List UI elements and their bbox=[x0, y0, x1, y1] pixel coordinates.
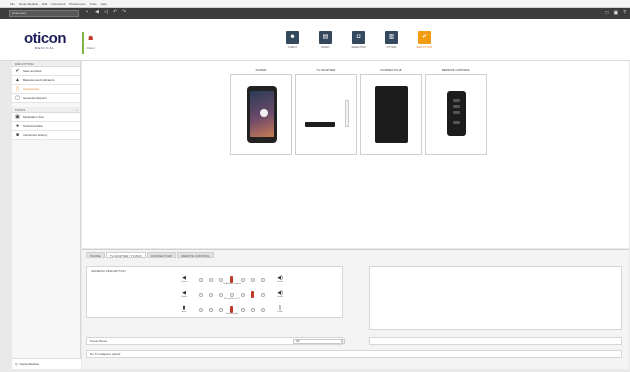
restore-icon[interactable]: ▣ bbox=[613, 10, 618, 16]
end-fitting-icon: ✔ bbox=[418, 31, 431, 44]
accessories-area: PHONE TV ADAPTER CONNECTCLIP REMOTE CONT… bbox=[82, 61, 629, 248]
battery-icon: ▲ bbox=[15, 76, 20, 83]
oticon-logo: oticon MEDICAL bbox=[24, 30, 67, 50]
remote-control-image bbox=[447, 91, 466, 136]
step-family[interactable]: ▤ FAMILY bbox=[314, 31, 337, 49]
history-icon: ■ bbox=[15, 131, 20, 138]
menu-bar: File Genie Medical Edit Instrument Prefe… bbox=[0, 0, 630, 8]
sidebar-item-accessories[interactable]: ▯ Accessories bbox=[12, 85, 80, 94]
tv-adapter-card[interactable] bbox=[295, 74, 357, 155]
toolbar: [Unknown] ▪ ◀ ◁ ↶ ↷ □ ▣ ? bbox=[0, 8, 630, 19]
mute-icon[interactable]: ◁ bbox=[104, 10, 108, 15]
report-icon: ▢ bbox=[15, 94, 20, 101]
sidebar-item-reports[interactable]: ▢ Generate Reports bbox=[12, 94, 80, 103]
connectclip-image bbox=[375, 86, 408, 143]
step-fitting[interactable]: ▥ FITTING bbox=[380, 31, 403, 49]
tab-connectclip[interactable]: CONNECTCLIP bbox=[146, 252, 177, 258]
quieter-icon: ◀ Quieter bbox=[180, 275, 188, 283]
phone-card[interactable] bbox=[230, 74, 292, 155]
tab-remote-control[interactable]: REMOTE CONTROL bbox=[177, 252, 214, 258]
sidebar-item-history[interactable]: ■ Instrument History bbox=[12, 131, 80, 140]
sidebar-item-save-exit[interactable]: ✔ Save and Exit bbox=[12, 67, 80, 76]
accessory-tabs: PHONE TV ADAPTER / TV-BOX CONNECTCLIP RE… bbox=[86, 252, 214, 258]
chevron-down-icon: ⌄ bbox=[75, 108, 78, 112]
louder-icon: ◀) Louder bbox=[276, 275, 284, 283]
sidebar-item-technical[interactable]: ● Technical Data bbox=[12, 122, 80, 131]
tab-phone[interactable]: PHONE bbox=[86, 252, 105, 258]
patient-icon: ☗ bbox=[88, 36, 94, 42]
accessory-settings: PHONE TV ADAPTER / TV-BOX CONNECTCLIP RE… bbox=[82, 249, 629, 369]
step-client[interactable]: ☻ CLIENT bbox=[281, 31, 304, 49]
client-icon: ☻ bbox=[286, 31, 299, 44]
menu-file[interactable]: File bbox=[10, 2, 15, 6]
sidebar-section-tools[interactable]: TOOLS ⌄ bbox=[12, 107, 80, 113]
sidebar-section-end-fitting[interactable]: END FITTING bbox=[12, 61, 80, 67]
sidebar-footer: ◎ Genie Medical bbox=[12, 358, 81, 369]
remote-control-card[interactable] bbox=[425, 74, 487, 155]
power-boost-row: Power Boost Off ▾ bbox=[86, 337, 345, 345]
tab-tv-adapter[interactable]: TV ADAPTER / TV-BOX bbox=[105, 252, 146, 258]
medication-icon: ▣ bbox=[15, 113, 20, 120]
slider-sound-quality[interactable]: ▮ Bass Sound quality ▯ Treble bbox=[179, 305, 285, 317]
menu-help[interactable]: Help bbox=[101, 2, 107, 6]
phone-image bbox=[247, 86, 277, 143]
accessory-remote-control[interactable]: REMOTE CONTROL bbox=[425, 67, 487, 155]
family-icon: ▤ bbox=[319, 31, 332, 44]
treble-icon: ▯ Treble bbox=[277, 305, 283, 313]
sidebar-item-batteries[interactable]: ▲ Batteries and Indicators bbox=[12, 76, 80, 85]
bass-icon: ▮ Bass bbox=[181, 305, 187, 313]
technical-icon: ● bbox=[15, 122, 20, 129]
menu-genie-medical[interactable]: Genie Medical bbox=[19, 2, 38, 6]
app-header: oticon MEDICAL ☗ Patient ☻ CLIENT ▤ FAMI… bbox=[0, 19, 630, 61]
patient-button[interactable]: ☗ Patient bbox=[82, 32, 102, 54]
chevron-down-icon: ▾ bbox=[340, 340, 342, 343]
general-perception-panel: GENERAL PERCEPTION ◀ Quieter TV Adapter l… bbox=[86, 266, 343, 318]
step-end-fitting[interactable]: ✔ END FITTING bbox=[413, 31, 436, 49]
save-icon[interactable]: ▪ bbox=[86, 10, 90, 15]
minimize-icon[interactable]: □ bbox=[605, 10, 608, 16]
slider-tv-loudness[interactable]: ◀ Quieter TV Adapter loudness ◀) Louder bbox=[179, 275, 285, 287]
selection-icon: ◘ bbox=[352, 31, 365, 44]
redo-icon[interactable]: ↷ bbox=[122, 10, 126, 15]
genie-icon: ◎ bbox=[15, 362, 18, 366]
tv-adapter-image bbox=[345, 100, 349, 127]
menu-tools[interactable]: Tools bbox=[90, 2, 97, 6]
accessory-connectclip[interactable]: CONNECTCLIP bbox=[360, 67, 422, 155]
check-icon: ✔ bbox=[15, 67, 20, 74]
tv-box-image bbox=[305, 122, 335, 127]
accessory-icon: ▯ bbox=[16, 85, 19, 92]
accessory-tv-adapter[interactable]: TV ADAPTER bbox=[295, 67, 357, 155]
patient-select[interactable]: [Unknown] bbox=[9, 10, 79, 17]
undo-icon[interactable]: ↶ bbox=[113, 10, 117, 15]
info-panel bbox=[369, 266, 622, 330]
slider-mic-relative[interactable]: ◀ Quieter Mic relative to TV ◀) Louder bbox=[179, 290, 285, 302]
power-boost-info bbox=[369, 337, 622, 345]
sidebar-item-medication[interactable]: ▣ Medication Tool bbox=[12, 113, 80, 122]
menu-preferences[interactable]: Preferences bbox=[69, 2, 85, 6]
louder-icon: ◀) Louder bbox=[276, 290, 284, 298]
menu-instrument[interactable]: Instrument bbox=[51, 2, 65, 6]
menu-edit[interactable]: Edit bbox=[42, 2, 47, 6]
connectclip-card[interactable] bbox=[360, 74, 422, 155]
workflow-steps: ☻ CLIENT ▤ FAMILY ◘ SELECTION ▥ FITTING … bbox=[281, 31, 436, 49]
pairing-status: No TV Adapters paired bbox=[86, 350, 622, 358]
quieter-icon: ◀ Quieter bbox=[180, 290, 188, 298]
step-selection[interactable]: ◘ SELECTION bbox=[347, 31, 370, 49]
power-boost-select[interactable]: Off ▾ bbox=[293, 339, 345, 344]
volume-icon[interactable]: ◀ bbox=[95, 10, 99, 15]
fitting-icon: ▥ bbox=[385, 31, 398, 44]
help-icon[interactable]: ? bbox=[623, 10, 626, 16]
accessory-phone[interactable]: PHONE bbox=[230, 67, 292, 155]
sidebar: END FITTING ✔ Save and Exit ▲ Batteries … bbox=[12, 61, 81, 369]
